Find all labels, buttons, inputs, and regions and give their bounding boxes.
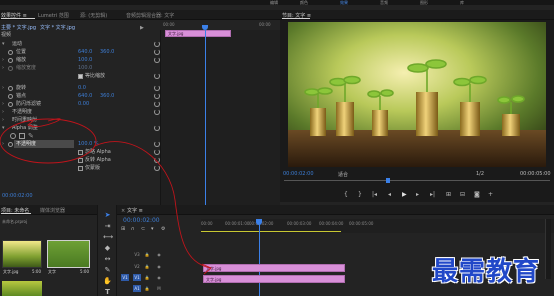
premiere-window: 编辑 颜色 效果 音频 图形 库 效果控件 ≡ Lumetri 范围 源: (无… xyxy=(0,0,554,296)
annotation-curve xyxy=(94,141,211,269)
annotation-ellipse xyxy=(0,118,97,164)
watermark: 最需教育 xyxy=(432,257,541,287)
